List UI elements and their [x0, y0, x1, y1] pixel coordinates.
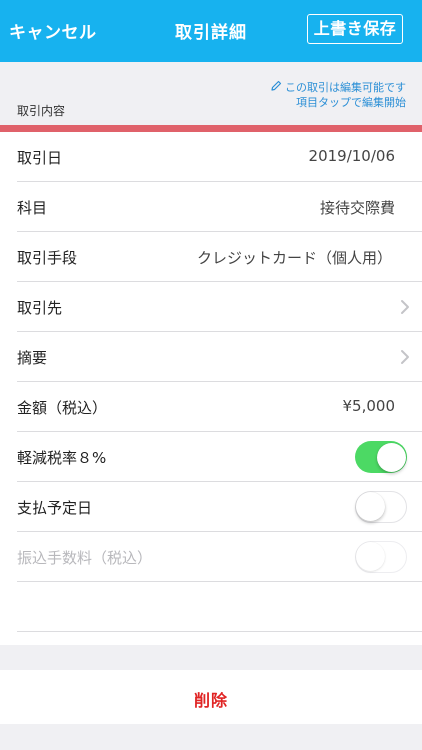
row-label: 取引手段 — [17, 249, 78, 267]
chevron-right-icon — [401, 350, 409, 364]
row-payment-due-date: 支払予定日 — [0, 482, 422, 532]
row-value: ¥5,000 — [342, 397, 396, 415]
row-divider — [17, 631, 422, 632]
section-gap — [0, 645, 422, 670]
pencil-icon — [271, 80, 282, 91]
row-payment-method[interactable]: 取引手段 クレジットカード（個人用） — [0, 232, 422, 282]
row-label: 取引日 — [17, 149, 63, 167]
row-memo[interactable]: 摘要 — [0, 332, 422, 382]
row-transaction-date[interactable]: 取引日 2019/10/06 — [0, 132, 422, 182]
row-value: クレジットカード（個人用） — [196, 249, 392, 267]
row-label: 振込手数料（税込） — [17, 549, 153, 567]
delete-button[interactable]: 削除 — [0, 687, 422, 711]
row-label: 摘要 — [17, 349, 48, 367]
toggle-knob — [377, 442, 406, 472]
edit-note-line1: この取引は編集可能です — [285, 81, 406, 94]
row-amount[interactable]: 金額（税込） ¥5,000 — [0, 382, 422, 432]
row-partner[interactable]: 取引先 — [0, 282, 422, 332]
section-title: 取引内容 — [17, 104, 66, 118]
toggle-knob — [356, 542, 385, 571]
empty-row — [0, 582, 422, 632]
delete-button-row[interactable]: 削除 — [0, 670, 422, 724]
section-header: この取引は編集可能です 項目タップで編集開始 取引内容 — [0, 62, 422, 125]
chevron-right-icon — [401, 300, 409, 314]
row-label: 軽減税率８% — [17, 449, 107, 467]
section-accent-bar — [0, 125, 422, 132]
transfer-fee-toggle[interactable] — [355, 541, 407, 573]
nav-bar: キャンセル 取引詳細 上書き保存 — [0, 0, 422, 62]
payment-due-date-toggle[interactable] — [355, 491, 407, 523]
reduced-tax-toggle[interactable] — [355, 441, 407, 473]
row-label: 取引先 — [17, 299, 63, 317]
row-label: 支払予定日 — [17, 499, 93, 517]
overwrite-save-button[interactable]: 上書き保存 — [307, 14, 403, 44]
row-reduced-tax-rate: 軽減税率８% — [0, 432, 422, 482]
row-label: 金額（税込） — [17, 399, 108, 417]
row-label: 科目 — [17, 199, 48, 217]
row-value: 接待交際費 — [319, 199, 395, 217]
row-transfer-fee: 振込手数料（税込） — [0, 532, 422, 582]
edit-note: この取引は編集可能です 項目タップで編集開始 — [270, 80, 406, 110]
row-value: 2019/10/06 — [308, 147, 395, 165]
row-account[interactable]: 科目 接待交際費 — [0, 182, 422, 232]
toggle-knob — [356, 492, 385, 521]
transaction-details-card: 取引日 2019/10/06 科目 接待交際費 取引手段 クレジットカード（個人… — [0, 132, 422, 645]
edit-note-line2: 項目タップで編集開始 — [296, 96, 406, 109]
